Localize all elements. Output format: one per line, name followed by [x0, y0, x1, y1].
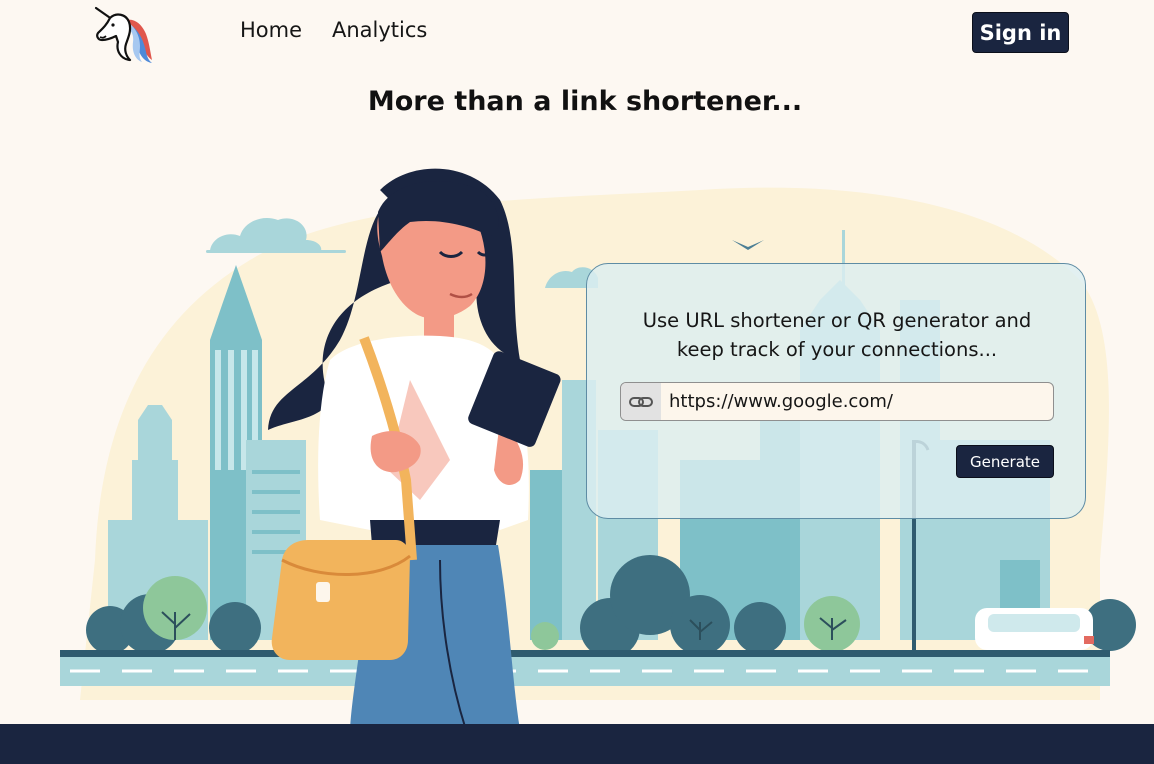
top-navbar: Home Analytics Sign in: [0, 0, 1154, 70]
url-field-icon-box: [621, 383, 661, 420]
panel-description: Use URL shortener or QR generator and ke…: [607, 306, 1067, 364]
sign-in-button[interactable]: Sign in: [972, 12, 1069, 53]
panel-description-line-2: keep track of your connections...: [676, 338, 998, 361]
hero-title: More than a link shortener...: [367, 86, 803, 117]
footer-bar: [0, 724, 1154, 764]
panel-description-line-1: Use URL shortener or QR generator and: [642, 309, 1032, 332]
generate-button[interactable]: Generate: [956, 445, 1054, 478]
nav-analytics-link[interactable]: Analytics: [332, 18, 427, 42]
url-shortener-panel: Use URL shortener or QR generator and ke…: [586, 263, 1086, 519]
url-input[interactable]: [669, 383, 1049, 420]
nav-home-link[interactable]: Home: [240, 18, 302, 42]
url-field[interactable]: [620, 382, 1054, 421]
unicorn-logo-icon[interactable]: [92, 4, 158, 64]
link-icon: [629, 396, 653, 407]
